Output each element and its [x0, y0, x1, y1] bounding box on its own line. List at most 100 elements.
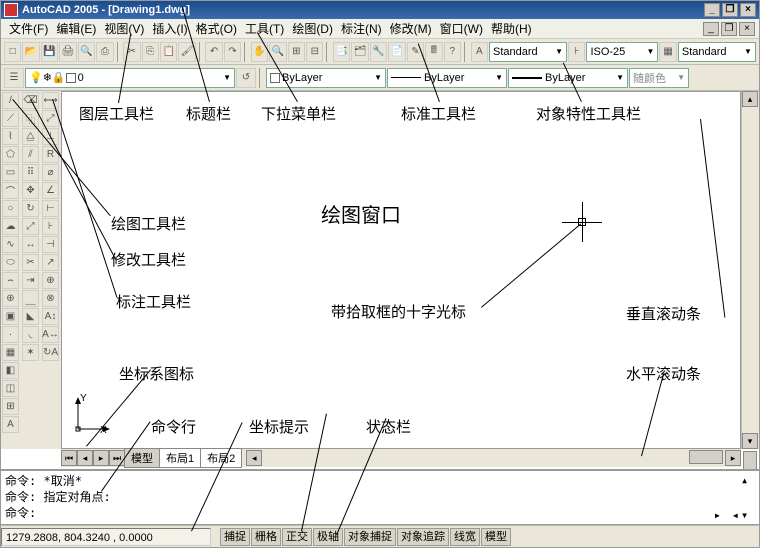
insert-tool[interactable]: ⊕	[2, 290, 19, 307]
scale-tool[interactable]: ⤢	[22, 218, 39, 235]
spline-tool[interactable]: ∿	[2, 236, 19, 253]
extend-tool[interactable]: ⇥	[22, 272, 39, 289]
plot-button[interactable]: 🖨	[59, 42, 76, 62]
xline-tool[interactable]: ⟋	[2, 110, 19, 127]
menu-tools[interactable]: 工具(T)	[241, 18, 288, 39]
layer-prev-button[interactable]: ↺	[236, 68, 256, 88]
tp-button[interactable]: 🔧	[370, 42, 387, 62]
preview-button[interactable]: 🔍	[78, 42, 95, 62]
textstyle-icon[interactable]: A	[471, 42, 488, 62]
stretch-tool[interactable]: ↔	[22, 236, 39, 253]
polygon-tool[interactable]: ⬠	[2, 146, 19, 163]
menu-file[interactable]: 文件(F)	[5, 18, 52, 39]
line-tool[interactable]: /	[2, 92, 19, 109]
hscroll-thumb[interactable]	[689, 450, 723, 464]
cmd-scroll-up[interactable]: ▴	[741, 473, 757, 487]
plotstyle-dropdown[interactable]: 随颜色▼	[629, 68, 689, 88]
fillet-tool[interactable]: ◟	[22, 326, 39, 343]
zoom-win-button[interactable]: ⊞	[288, 42, 305, 62]
copy-button[interactable]: ⎘	[142, 42, 159, 62]
region-tool[interactable]: ◫	[2, 380, 19, 397]
pan-button[interactable]: ✋	[251, 42, 268, 62]
dimcont-tool[interactable]: ⊣	[42, 236, 59, 253]
zoom-prev-button[interactable]: ⊟	[306, 42, 323, 62]
dimupdate-tool[interactable]: ↻A	[42, 344, 59, 361]
dimang-tool[interactable]: ∠	[42, 182, 59, 199]
coord-display[interactable]: 1279.2808, 804.3240 , 0.0000	[1, 528, 211, 546]
trim-tool[interactable]: ✂	[22, 254, 39, 271]
calc-button[interactable]: 🖩	[425, 42, 442, 62]
lineweight-dropdown[interactable]: ByLayer▼	[508, 68, 628, 88]
cmd-scroll-left[interactable]: ◂	[732, 508, 739, 522]
dimstyle-icon[interactable]: ⊦	[568, 42, 585, 62]
dimcen-tool[interactable]: ⊗	[42, 290, 59, 307]
hatch-tool[interactable]: ▦	[2, 344, 19, 361]
paste-button[interactable]: 📋	[160, 42, 177, 62]
command-line[interactable]: 命令: *取消* 命令: 指定对角点: 命令: ▴ ▾ ◂ ▸	[1, 469, 759, 525]
offset-tool[interactable]: ⫽	[22, 146, 39, 163]
circle-tool[interactable]: ○	[2, 200, 19, 217]
table-tool[interactable]: ⊞	[2, 398, 19, 415]
help-button[interactable]: ?	[444, 42, 461, 62]
point-tool[interactable]: ·	[2, 326, 19, 343]
tab-next-button[interactable]: ▸	[93, 450, 109, 466]
tablestyle-icon[interactable]: ▦	[659, 42, 676, 62]
ellipsearc-tool[interactable]: ⌢	[2, 272, 19, 289]
ellipse-tool[interactable]: ⬭	[2, 254, 19, 271]
status-model[interactable]: 模型	[481, 528, 511, 546]
menu-window[interactable]: 窗口(W)	[436, 18, 487, 39]
status-grid[interactable]: 栅格	[251, 528, 281, 546]
vertical-scrollbar[interactable]: ▴ ▾	[741, 91, 759, 449]
qdim-tool[interactable]: ⊢	[42, 200, 59, 217]
leader-tool[interactable]: ↗	[42, 254, 59, 271]
dimdia-tool[interactable]: ⌀	[42, 164, 59, 181]
dc-button[interactable]: 🗂	[351, 42, 368, 62]
menu-modify[interactable]: 修改(M)	[386, 18, 436, 39]
status-osnap[interactable]: 对象捕捉	[344, 528, 396, 546]
doc-minimize-button[interactable]: _	[703, 22, 719, 36]
status-snap[interactable]: 捕捉	[220, 528, 250, 546]
tab-prev-button[interactable]: ◂	[77, 450, 93, 466]
dimtedit-tool[interactable]: A↔	[42, 326, 59, 343]
block-tool[interactable]: ▣	[2, 308, 19, 325]
tab-first-button[interactable]: ⏮	[61, 450, 77, 466]
pline-tool[interactable]: ⌇	[2, 128, 19, 145]
mirror-tool[interactable]: ⧋	[22, 128, 39, 145]
revcloud-tool[interactable]: ☁	[2, 218, 19, 235]
doc-restore-button[interactable]: ❐	[721, 22, 737, 36]
publish-button[interactable]: ⎙	[96, 42, 113, 62]
undo-button[interactable]: ↶	[205, 42, 222, 62]
linetype-dropdown[interactable]: ByLayer▼	[387, 68, 507, 88]
prop-button[interactable]: 📑	[333, 42, 350, 62]
drawing-area[interactable]: Y X	[61, 91, 741, 449]
menu-dim[interactable]: 标注(N)	[337, 18, 386, 39]
horizontal-scrollbar[interactable]: ◂ ▸	[246, 450, 741, 466]
move-tool[interactable]: ✥	[22, 182, 39, 199]
menu-draw[interactable]: 绘图(D)	[288, 18, 337, 39]
rotate-tool[interactable]: ↻	[22, 200, 39, 217]
open-button[interactable]: 📂	[22, 42, 39, 62]
save-button[interactable]: 💾	[41, 42, 58, 62]
cmd-scroll-down[interactable]: ▾	[741, 508, 757, 522]
scroll-up-button[interactable]: ▴	[742, 91, 758, 107]
gradient-tool[interactable]: ◧	[2, 362, 19, 379]
dimlin-tool[interactable]: ⟷	[42, 92, 59, 109]
dimedit-tool[interactable]: A↕	[42, 308, 59, 325]
close-button[interactable]: ×	[740, 3, 756, 17]
scroll-right-button[interactable]: ▸	[725, 450, 741, 466]
tab-layout1[interactable]: 布局1	[159, 448, 201, 468]
arc-tool[interactable]: ⌒	[2, 182, 19, 199]
ssm-button[interactable]: 📄	[388, 42, 405, 62]
break-tool[interactable]: ⸏	[22, 290, 39, 307]
status-otrack[interactable]: 对象追踪	[397, 528, 449, 546]
dimbase-tool[interactable]: ⊦	[42, 218, 59, 235]
dimstyle-dropdown[interactable]: ISO-25▼	[586, 42, 658, 62]
tolerance-tool[interactable]: ⊕	[42, 272, 59, 289]
tablestyle-dropdown[interactable]: Standard▼	[678, 42, 756, 62]
minimize-button[interactable]: _	[704, 3, 720, 17]
explode-tool[interactable]: ✶	[22, 344, 39, 361]
chamfer-tool[interactable]: ◣	[22, 308, 39, 325]
scroll-left-button[interactable]: ◂	[246, 450, 262, 466]
textstyle-dropdown[interactable]: Standard▼	[489, 42, 567, 62]
new-button[interactable]: □	[4, 42, 21, 62]
